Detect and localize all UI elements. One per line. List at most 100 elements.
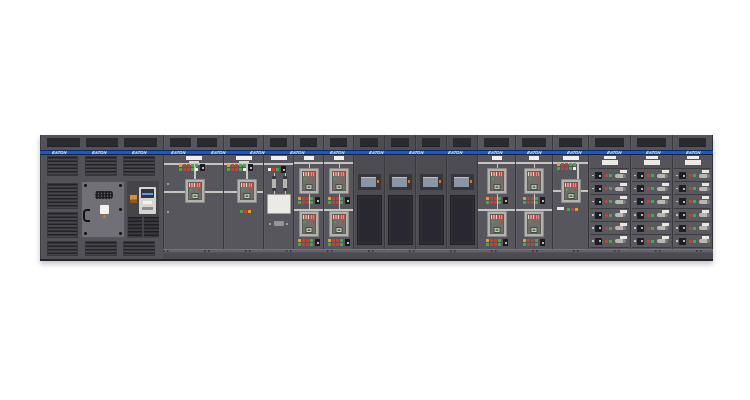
status-led (494, 197, 497, 200)
control-switch (315, 197, 320, 204)
status-led (235, 164, 238, 167)
breaker-handle (615, 226, 626, 230)
status-led (575, 208, 578, 211)
status-led (535, 239, 538, 242)
status-led (527, 243, 530, 246)
vent-block (144, 217, 159, 237)
circuit-breaker: M (524, 211, 544, 237)
unit-label (702, 183, 709, 186)
status-led (191, 168, 194, 171)
louver-panel (47, 241, 78, 256)
nameplate (604, 156, 616, 159)
indicator-leds (486, 239, 508, 246)
status-led (336, 201, 339, 204)
nameplate (492, 156, 502, 160)
unit-switch (637, 172, 644, 179)
breaker-label (189, 183, 201, 187)
breaker-label (303, 215, 315, 219)
breaker-handle (699, 200, 710, 204)
vent-grille (230, 138, 257, 147)
breaker-handle (699, 239, 710, 243)
breaker-label (333, 172, 345, 176)
breaker-emblem: M (336, 184, 343, 190)
status-led (569, 163, 572, 166)
louver-panel (47, 156, 78, 176)
circuit-breaker: M (487, 168, 507, 194)
unit-label (557, 207, 564, 210)
breaker-label (528, 215, 540, 219)
status-led (332, 243, 335, 246)
breaker-handle (699, 187, 710, 191)
status-led (187, 168, 190, 171)
meter-slot (143, 201, 152, 204)
mcc-bucket-row (674, 182, 711, 194)
control-switch (540, 197, 545, 204)
mcc-bucket-stack (674, 168, 711, 248)
brand-logo: EATON (527, 151, 542, 155)
status-led (183, 164, 186, 167)
brand-logo: EATON (171, 151, 186, 155)
power-led (439, 180, 441, 183)
breaker-emblem: M (192, 193, 199, 199)
status-led (195, 168, 198, 171)
indicator-leds (298, 239, 320, 246)
door-screw (84, 184, 87, 187)
unit-label (702, 196, 709, 199)
unit-label (620, 183, 627, 186)
vent-grille (47, 138, 80, 147)
breaker-emblem: M (336, 227, 343, 233)
control-switch (345, 239, 350, 246)
caution-tag (130, 195, 137, 203)
status-led (306, 239, 309, 242)
status-led (231, 168, 234, 171)
status-led (179, 164, 182, 167)
status-led (527, 201, 530, 204)
unit-label (620, 223, 627, 226)
status-led (561, 167, 564, 170)
status-led (328, 243, 331, 246)
brand-stripe: EATON EATON EATON EATON EATON EATON EATO… (40, 150, 713, 155)
breaker-handle (657, 213, 668, 217)
status-led (523, 239, 526, 242)
breaker-handle (657, 187, 668, 191)
breaker-label (491, 172, 503, 176)
brand-logo: EATON (487, 151, 502, 155)
status-led (195, 164, 198, 167)
circuit-breaker: M (299, 211, 319, 237)
status-led (332, 197, 335, 200)
nameplate (186, 156, 202, 160)
mcc-bucket-row (632, 235, 671, 247)
control-switch (503, 197, 508, 204)
status-led (486, 243, 489, 246)
brand-logo: EATON (567, 151, 582, 155)
drive-door (419, 195, 444, 245)
indicator-leds (486, 197, 508, 204)
brand-logo: EATON (685, 151, 700, 155)
hmi-display (392, 177, 407, 187)
control-switch (200, 164, 205, 171)
vent-grille (679, 138, 706, 147)
hmi-bezel (389, 174, 412, 190)
bottom-edge (40, 259, 713, 261)
indicator-leds (567, 208, 578, 211)
unit-label (620, 196, 627, 199)
vent-grille (453, 138, 471, 147)
status-led (498, 239, 501, 242)
status-led (490, 197, 493, 200)
status-led (227, 164, 230, 167)
unit-label (620, 210, 627, 213)
indicator-leds (523, 239, 545, 246)
hmi-bezel (451, 174, 474, 190)
status-led (490, 201, 493, 204)
warning-label: ▲ (100, 205, 109, 214)
unit-switch (595, 185, 602, 192)
vent-grille (391, 138, 409, 147)
breaker-emblem: M (531, 184, 538, 190)
status-led (239, 164, 242, 167)
breaker-handle (657, 239, 668, 243)
status-led (235, 168, 238, 171)
nameplate (271, 156, 287, 160)
nameplate (602, 160, 618, 165)
circuit-breaker: M (329, 168, 349, 194)
status-led (272, 168, 275, 171)
